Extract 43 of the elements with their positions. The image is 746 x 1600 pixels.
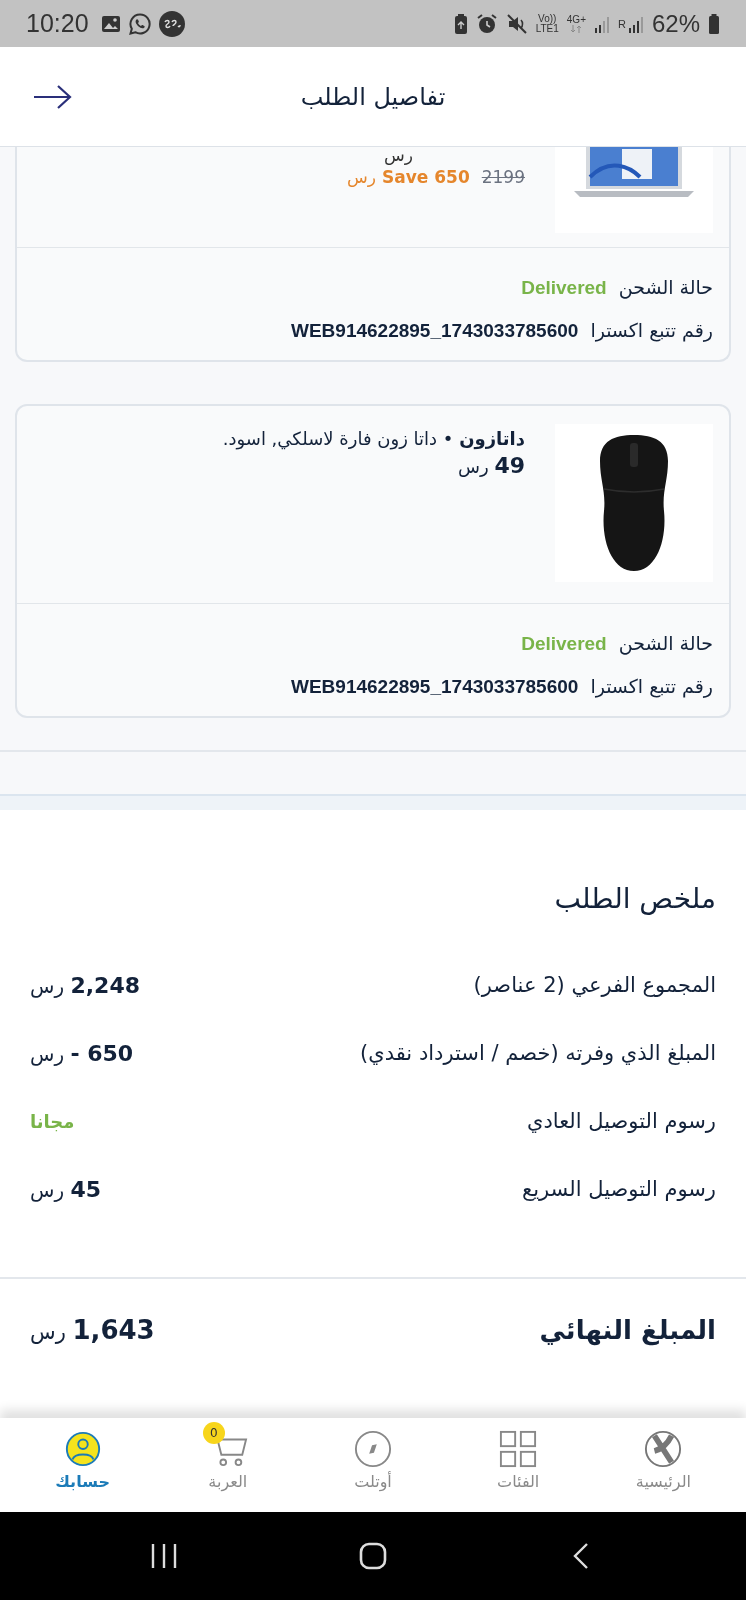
- logo-icon: [644, 1430, 683, 1468]
- summary-label: رسوم التوصيل السريع: [522, 1177, 716, 1201]
- summary-label: رسوم التوصيل العادي: [527, 1109, 716, 1133]
- shipping-status: Delivered: [521, 633, 607, 655]
- shipping-label: حالة الشحن: [618, 276, 713, 298]
- mute-icon: [505, 12, 528, 35]
- summary-value: مجانا: [30, 1110, 75, 1132]
- shipping-label: حالة الشحن: [618, 632, 713, 654]
- status-time: 10:20: [26, 9, 89, 38]
- compass-icon: [354, 1430, 392, 1468]
- summary-title: ملخص الطلب: [554, 882, 716, 915]
- chat-icon: [128, 12, 151, 35]
- original-price: 2199: [481, 167, 525, 187]
- product-name: داتازون • داتا زون فارة لاسلكي, اسود.: [222, 428, 525, 449]
- nav-tab[interactable]: حسابك: [10, 1418, 156, 1512]
- tracking-label: رقم تتبع اكسترا: [590, 675, 713, 697]
- home-button-icon[interactable]: [358, 1541, 388, 1571]
- shipping-status: Delivered: [521, 277, 607, 299]
- tracking-number: WEB914622895_1743033785600: [291, 676, 579, 698]
- volte-indicator: Vo)) LTE1: [535, 13, 559, 34]
- summary-label: المبلغ الذي وفرته (خصم / استرداد نقدي): [360, 1041, 716, 1065]
- summary-label: المجموع الفرعي (2 عناصر): [473, 973, 716, 997]
- total-label: المبلغ النهائي: [539, 1315, 716, 1345]
- gallery-icon: [100, 13, 121, 34]
- app-badge-icon: [158, 10, 185, 37]
- back-arrow-icon[interactable]: [32, 84, 72, 110]
- cart-count-badge: 0: [202, 1422, 225, 1444]
- roaming-indicator: R: [618, 17, 626, 30]
- account-icon: [63, 1430, 102, 1468]
- battery-percent: 62%: [651, 9, 700, 38]
- tracking-number: WEB914622895_1743033785600: [291, 320, 579, 342]
- battery-saver-icon: [453, 12, 468, 35]
- page-title: تفاصيل الطلب: [300, 82, 446, 111]
- nav-tab[interactable]: الفئات: [445, 1418, 591, 1512]
- alarm-icon: [475, 12, 498, 35]
- price-currency: رس: [384, 147, 413, 163]
- grid-icon: [499, 1430, 538, 1468]
- nav-tab[interactable]: الرئيسية: [590, 1418, 736, 1512]
- nav-tab[interactable]: أوتلت: [300, 1418, 446, 1512]
- battery-icon: [708, 12, 720, 35]
- network-indicator: 4G+: [566, 14, 586, 33]
- data-arrows-icon: [570, 24, 583, 33]
- tracking-label: رقم تتبع اكسترا: [590, 319, 713, 341]
